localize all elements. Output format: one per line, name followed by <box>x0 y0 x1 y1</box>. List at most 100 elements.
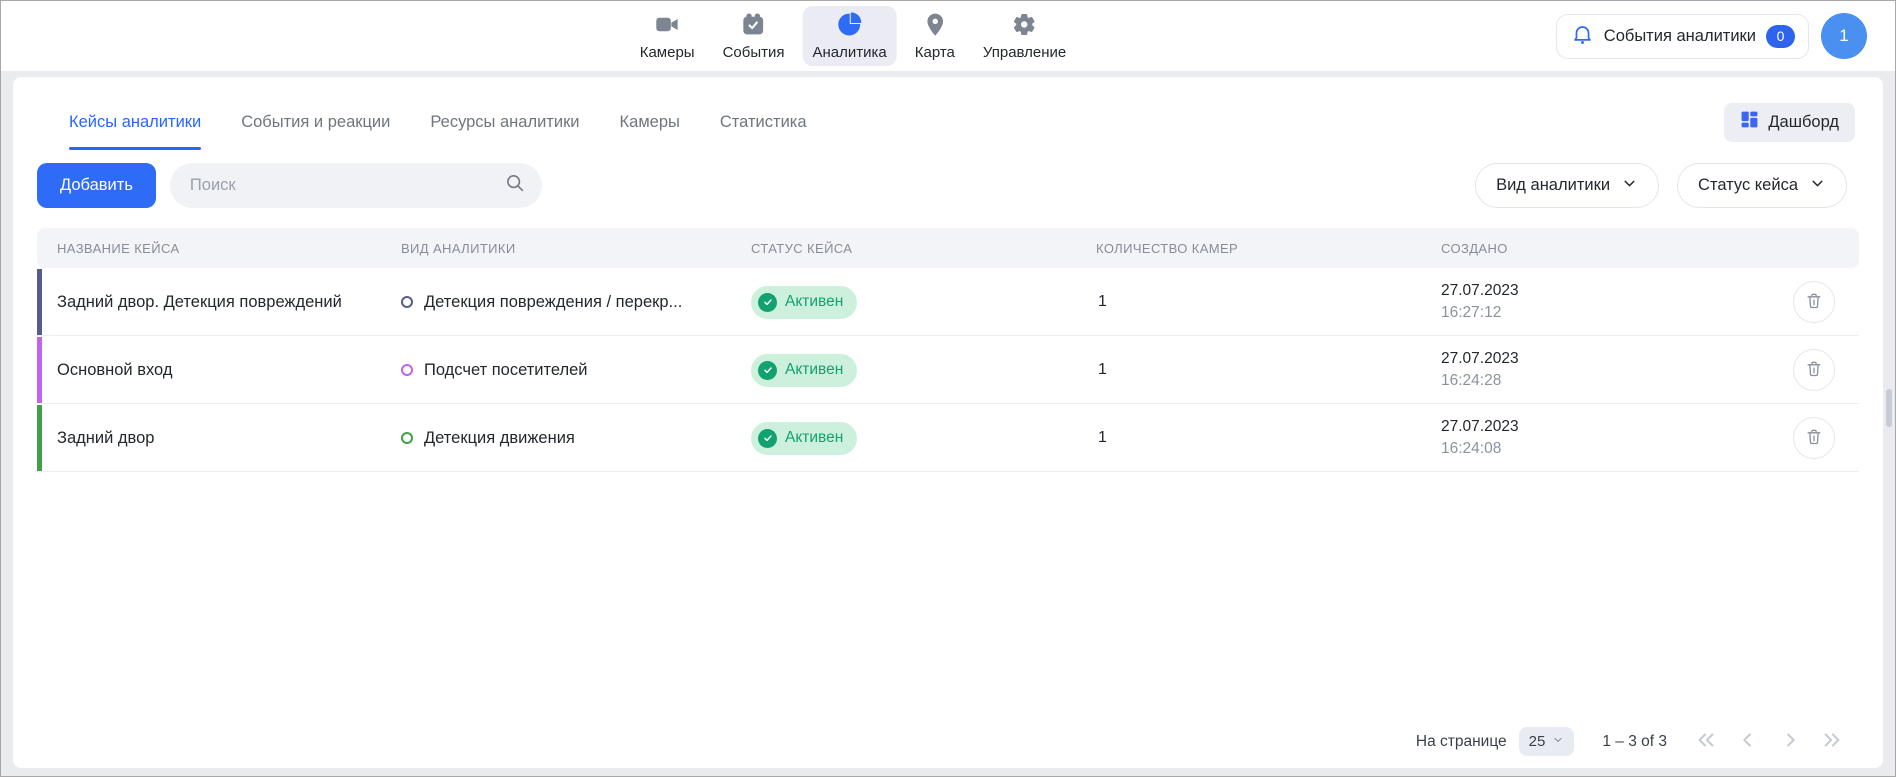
nav-item-analytics[interactable]: Аналитика <box>803 6 897 66</box>
dashboard-button[interactable]: Дашборд <box>1724 103 1855 142</box>
analytics-type-ring-icon <box>401 364 413 376</box>
created-time: 16:24:28 <box>1441 372 1781 390</box>
nav-label: Аналитика <box>813 44 887 61</box>
delete-case-button[interactable] <box>1793 417 1835 459</box>
pagination-bar: На странице 25 1 – 3 of 3 <box>1416 727 1843 756</box>
trash-icon <box>1804 427 1824 450</box>
table-row[interactable]: Основной вход Подсчет посетителей Активе… <box>37 337 1859 404</box>
created-cell: 27.07.2023 16:24:08 <box>1421 418 1781 458</box>
row-accent-bar <box>37 337 42 403</box>
status-badge: Активен <box>751 422 857 455</box>
analytics-type-cell: Детекция повреждения / перекр... <box>381 293 731 312</box>
search-icon <box>504 172 526 199</box>
per-page-label: На странице <box>1416 733 1507 751</box>
chevron-down-icon <box>1621 175 1638 197</box>
created-date: 27.07.2023 <box>1441 350 1781 368</box>
analytics-type-cell: Детекция движения <box>381 429 731 448</box>
filter-label: Вид аналитики <box>1496 176 1610 195</box>
nav-item-cameras[interactable]: Камеры <box>630 6 705 66</box>
tab-analytics-cases[interactable]: Кейсы аналитики <box>69 107 201 138</box>
table-row[interactable]: Задний двор Детекция движения Активен 1 … <box>37 405 1859 472</box>
double-chevron-right-icon <box>1821 729 1843 754</box>
prev-page-button[interactable] <box>1737 729 1759 754</box>
next-page-button[interactable] <box>1779 729 1801 754</box>
tab-cameras[interactable]: Камеры <box>620 107 680 138</box>
add-button[interactable]: Добавить <box>37 163 156 208</box>
top-bar: Камеры События Аналитика Карта Управлени <box>1 1 1895 71</box>
analytics-events-button[interactable]: События аналитики 0 <box>1556 14 1809 59</box>
created-time: 16:24:08 <box>1441 440 1781 458</box>
chevron-right-icon <box>1779 729 1801 754</box>
nav-label: Камеры <box>640 44 695 61</box>
events-count-badge: 0 <box>1766 25 1795 48</box>
case-name: Основной вход <box>37 361 381 380</box>
chevron-down-icon <box>1809 175 1826 197</box>
created-date: 27.07.2023 <box>1441 282 1781 300</box>
toolbar: Добавить Вид аналитики Статус кейса <box>13 143 1883 208</box>
trash-icon <box>1804 291 1824 314</box>
last-page-button[interactable] <box>1821 729 1843 754</box>
double-chevron-left-icon <box>1695 729 1717 754</box>
tab-events-reactions[interactable]: События и реакции <box>241 107 390 138</box>
dashboard-grid-icon <box>1740 110 1759 134</box>
tab-statistics[interactable]: Статистика <box>720 107 807 138</box>
table-header: НАЗВАНИЕ КЕЙСА ВИД АНАЛИТИКИ СТАТУС КЕЙС… <box>37 228 1859 268</box>
check-circle-icon <box>758 361 777 380</box>
tab-analytics-resources[interactable]: Ресурсы аналитики <box>430 107 579 138</box>
col-header-analytics-type: ВИД АНАЛИТИКИ <box>381 241 731 256</box>
first-page-button[interactable] <box>1695 729 1717 754</box>
pager-buttons <box>1695 729 1843 754</box>
camera-count: 1 <box>1076 429 1421 447</box>
main-nav: Камеры События Аналитика Карта Управлени <box>630 4 1077 68</box>
gear-icon <box>1012 12 1037 42</box>
camera-count: 1 <box>1076 361 1421 379</box>
analytics-type-cell: Подсчет посетителей <box>381 361 731 380</box>
status-label: Активен <box>785 429 843 447</box>
analytics-events-label: События аналитики <box>1604 27 1756 46</box>
case-name: Задний двор <box>37 429 381 448</box>
delete-case-button[interactable] <box>1793 349 1835 391</box>
analytics-type-label: Детекция движения <box>424 429 575 448</box>
search-field[interactable] <box>170 163 542 208</box>
per-page-control: На странице 25 <box>1416 727 1574 756</box>
nav-label: События <box>723 44 785 61</box>
analytics-type-label: Подсчет посетителей <box>424 361 588 380</box>
nav-item-map[interactable]: Карта <box>905 6 965 66</box>
analytics-type-ring-icon <box>401 296 413 308</box>
col-header-camera-count: КОЛИЧЕСТВО КАМЕР <box>1076 241 1421 256</box>
col-header-created: СОЗДАНО <box>1421 241 1781 256</box>
col-header-case-status: СТАТУС КЕЙСА <box>731 241 1076 256</box>
camera-count: 1 <box>1076 293 1421 311</box>
user-avatar[interactable]: 1 <box>1821 13 1867 59</box>
analytics-type-label: Детекция повреждения / перекр... <box>424 293 682 312</box>
chevron-down-icon <box>1552 733 1564 750</box>
table-row[interactable]: Задний двор. Детекция повреждений Детекц… <box>37 269 1859 336</box>
per-page-select[interactable]: 25 <box>1519 727 1575 756</box>
nav-item-events[interactable]: События <box>713 6 795 66</box>
video-camera-icon <box>655 12 680 42</box>
created-date: 27.07.2023 <box>1441 418 1781 436</box>
status-badge: Активен <box>751 354 857 387</box>
created-cell: 27.07.2023 16:24:28 <box>1421 350 1781 390</box>
content-card: Кейсы аналитики События и реакции Ресурс… <box>13 77 1883 768</box>
cases-table: НАЗВАНИЕ КЕЙСА ВИД АНАЛИТИКИ СТАТУС КЕЙС… <box>37 228 1859 472</box>
case-name: Задний двор. Детекция повреждений <box>37 293 381 312</box>
nav-item-management[interactable]: Управление <box>973 6 1076 66</box>
filter-analytics-type[interactable]: Вид аналитики <box>1475 163 1659 208</box>
analytics-type-ring-icon <box>401 432 413 444</box>
dashboard-button-label: Дашборд <box>1768 113 1839 132</box>
scrollbar[interactable] <box>1886 389 1892 427</box>
pie-chart-icon <box>837 12 862 42</box>
tabs-bar: Кейсы аналитики События и реакции Ресурс… <box>13 77 1883 143</box>
per-page-value: 25 <box>1529 733 1546 750</box>
filter-case-status[interactable]: Статус кейса <box>1677 163 1847 208</box>
status-label: Активен <box>785 361 843 379</box>
search-input[interactable] <box>190 176 504 195</box>
chevron-left-icon <box>1737 729 1759 754</box>
bell-icon <box>1571 23 1594 49</box>
trash-icon <box>1804 359 1824 382</box>
calendar-check-icon <box>741 12 766 42</box>
top-right-group: События аналитики 0 1 <box>1556 13 1867 59</box>
delete-case-button[interactable] <box>1793 281 1835 323</box>
created-time: 16:27:12 <box>1441 304 1781 322</box>
